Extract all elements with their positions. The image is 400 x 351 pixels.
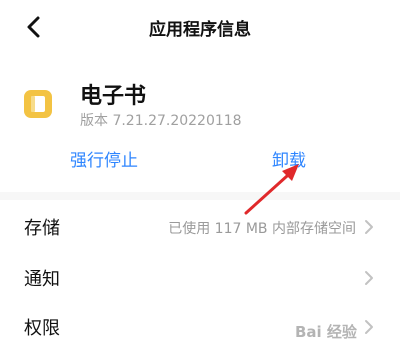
chevron-right-icon [365,220,373,234]
uninstall-button[interactable]: 卸载 [272,146,306,171]
watermark: Bai 经验 [295,316,395,346]
force-stop-button[interactable]: 强行停止 [70,146,138,171]
storage-label: 存储 [24,218,60,239]
ebook-app-icon [24,90,52,118]
permissions-label: 权限 [24,318,60,339]
settings-row-storage[interactable]: 存储 已使用 117 MB 内部存储空间 [0,201,400,251]
page-title: 应用程序信息 [149,20,251,40]
storage-value: 已使用 117 MB 内部存储空间 [168,221,356,237]
app-info-card: 电子书 版本 7.21.27.20220118 [0,54,400,194]
section-divider [0,192,400,200]
app-version: 版本 7.21.27.20220118 [80,113,242,129]
notifications-label: 通知 [24,269,60,290]
chevron-right-icon [365,271,373,285]
settings-row-notifications[interactable]: 通知 [0,252,400,302]
app-name: 电子书 [80,84,147,109]
watermark-text: Bai 经验 [295,323,357,341]
header-bar: 应用程序信息 [0,0,400,54]
